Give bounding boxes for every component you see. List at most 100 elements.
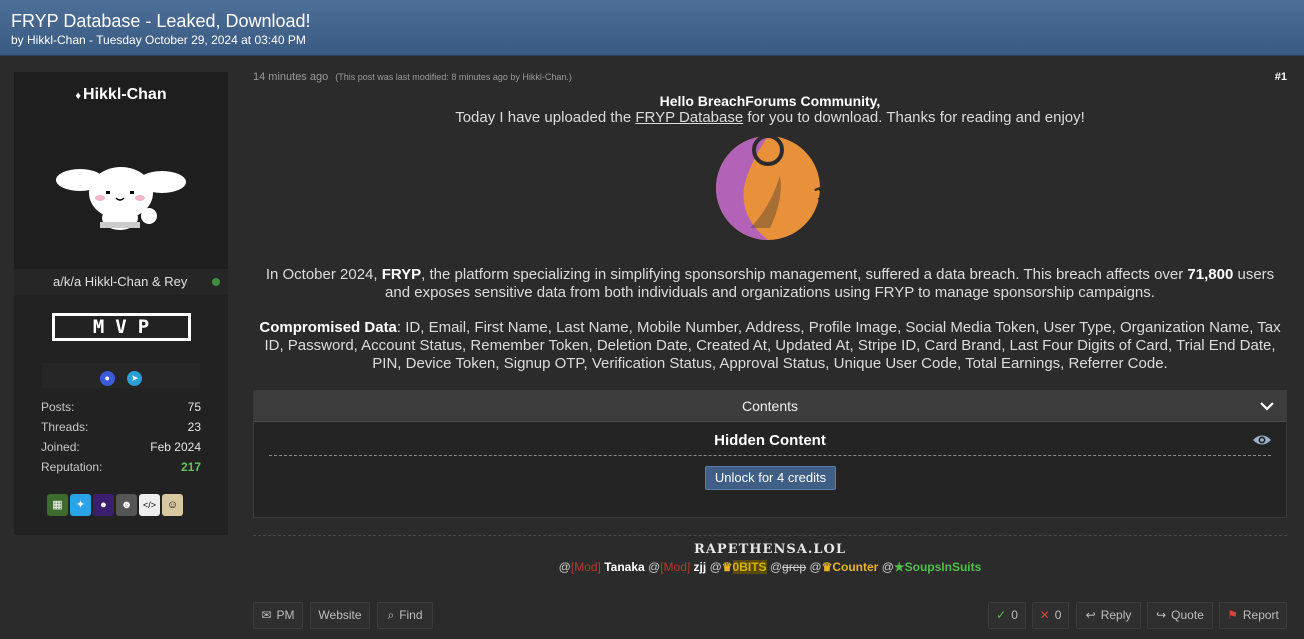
unlock-button[interactable]: Unlock for 4 credits bbox=[705, 466, 836, 490]
stat-value: Feb 2024 bbox=[150, 440, 201, 454]
thread-title: FRYP Database - Leaked, Download! bbox=[11, 11, 311, 31]
website-button[interactable]: Website bbox=[310, 602, 370, 629]
mention-at: @ bbox=[766, 560, 783, 574]
stat-posts: Posts: 75 bbox=[41, 397, 201, 417]
search-icon: ⌕ bbox=[387, 608, 395, 622]
mod-tag: [Mod] bbox=[660, 560, 691, 574]
find-button[interactable]: ⌕ Find bbox=[377, 602, 433, 629]
reply-button[interactable]: ↩ Reply bbox=[1076, 602, 1141, 629]
envelope-icon: ✉ bbox=[261, 608, 272, 622]
reply-label: Reply bbox=[1100, 608, 1132, 622]
eye-icon[interactable] bbox=[1252, 432, 1272, 448]
signature-site: RAPETHENSA.LOL bbox=[694, 542, 846, 557]
mention-zjj[interactable]: zjj bbox=[690, 560, 709, 574]
mention-0bits[interactable]: 0BITS bbox=[732, 560, 767, 574]
thread-byline: by Hikkl-Chan - Tuesday October 29, 2024… bbox=[11, 33, 306, 47]
signature-divider bbox=[253, 535, 1287, 536]
contact-bar: ● ➤ bbox=[42, 363, 200, 388]
mod-tag: [Mod] bbox=[570, 560, 601, 574]
find-label: Find bbox=[399, 608, 423, 622]
stat-reputation: Reputation: 217 bbox=[41, 457, 201, 477]
stat-threads: Threads: 23 bbox=[41, 417, 201, 437]
quote-icon: ↪ bbox=[1156, 608, 1167, 622]
mention-at: @ bbox=[709, 560, 722, 574]
pm-button[interactable]: ✉ PM bbox=[253, 602, 303, 629]
stat-joined: Joined: Feb 2024 bbox=[41, 437, 201, 457]
mention-soupsinsuits[interactable]: SoupsInSuits bbox=[905, 560, 982, 574]
username[interactable]: ♦ Hikkl-Chan bbox=[14, 86, 228, 104]
stat-value[interactable]: 75 bbox=[188, 397, 201, 417]
orb-award-icon[interactable]: ● bbox=[93, 494, 114, 516]
avatar[interactable] bbox=[54, 158, 188, 234]
username-text: Hikkl-Chan bbox=[83, 86, 167, 103]
mention-tanaka[interactable]: Tanaka bbox=[601, 560, 648, 574]
fryp-database-link[interactable]: FRYP Database bbox=[635, 109, 743, 126]
twitter-award-icon[interactable]: ✦ bbox=[70, 494, 91, 516]
chevron-down-icon[interactable] bbox=[1259, 398, 1275, 414]
reply-icon: ↩ bbox=[1085, 608, 1096, 622]
rank-badge: MVP bbox=[52, 313, 191, 341]
downvote-count: 0 bbox=[1054, 608, 1062, 622]
intro-count: 71,800 bbox=[1187, 266, 1234, 283]
contents-header-label: Contents bbox=[741, 398, 799, 414]
post-time[interactable]: 14 minutes ago bbox=[253, 71, 328, 83]
session-icon[interactable]: ● bbox=[99, 371, 115, 386]
report-button[interactable]: ⚑ Report bbox=[1219, 602, 1287, 629]
hacker-award-icon[interactable]: ☻ bbox=[116, 494, 137, 516]
mention-counter[interactable]: Counter bbox=[832, 560, 878, 574]
flag-icon: ⚑ bbox=[1227, 608, 1238, 622]
stat-label: Posts: bbox=[41, 400, 75, 414]
mention-at: @ bbox=[806, 560, 822, 574]
upvote-count: 0 bbox=[1011, 608, 1018, 622]
upload-text-pre: Today I have uploaded the bbox=[455, 109, 636, 126]
divider bbox=[269, 455, 1271, 456]
mention-at: @ bbox=[648, 560, 661, 574]
upload-text-post: for you to download. Thanks for reading … bbox=[743, 109, 1085, 126]
fryp-logo: FRYP bbox=[716, 134, 830, 240]
stat-value[interactable]: 23 bbox=[188, 417, 201, 437]
user-stats: Posts: 75 Threads: 23 Joined: Feb 2024 R… bbox=[41, 397, 201, 477]
intro-part-2: , the platform specializing in simplifyi… bbox=[421, 266, 1188, 283]
hidden-content-title: Hidden Content bbox=[714, 432, 826, 449]
intro-part-1: In October 2024, bbox=[265, 266, 382, 283]
contents-toggle[interactable]: Contents bbox=[254, 391, 1286, 422]
website-label: Website bbox=[318, 608, 362, 622]
post-meta: 14 minutes ago (This post was last modif… bbox=[253, 71, 572, 83]
post-modified-note: (This post was last modified: 8 minutes … bbox=[335, 72, 572, 82]
stat-label: Reputation: bbox=[41, 460, 103, 474]
quote-button[interactable]: ↪ Quote bbox=[1147, 602, 1213, 629]
diamond-icon: ♦ bbox=[75, 90, 82, 102]
upvote-button[interactable]: ✓ 0 bbox=[988, 602, 1026, 629]
downvote-button[interactable]: ✕ 0 bbox=[1032, 602, 1069, 629]
post-upload-line: Today I have uploaded the FRYP Database … bbox=[253, 109, 1287, 127]
post-intro: In October 2024, FRYP, the platform spec… bbox=[253, 266, 1287, 302]
crown-icon: ♛ bbox=[721, 560, 733, 574]
contents-box: Contents Hidden Content Unlock for 4 cre… bbox=[253, 390, 1287, 518]
intro-brand: FRYP bbox=[381, 266, 422, 283]
quote-label: Quote bbox=[1171, 608, 1204, 622]
stat-value[interactable]: 217 bbox=[181, 457, 201, 477]
pm-label: PM bbox=[276, 608, 295, 622]
mention-at: @ bbox=[878, 560, 894, 574]
post-number[interactable]: #1 bbox=[1275, 71, 1287, 83]
online-status-icon bbox=[212, 278, 220, 286]
signature-mentions: @[Mod] Tanaka @[Mod] zjj @♛0BITS @grep @… bbox=[253, 560, 1287, 574]
award-badges: ▦ ✦ ● ☻ </> ☺ bbox=[47, 494, 197, 520]
user-aka: a/k/a Hikkl-Chan & Rey bbox=[14, 269, 228, 295]
code-award-icon[interactable]: </> bbox=[139, 494, 160, 516]
crown-icon: ♛ bbox=[821, 560, 833, 574]
mention-grep[interactable]: grep bbox=[782, 560, 806, 574]
user-card-top: ♦ Hikkl-Chan bbox=[14, 72, 228, 269]
stat-label: Threads: bbox=[41, 420, 89, 434]
telegram-icon[interactable]: ➤ bbox=[127, 371, 143, 386]
cat-award-icon[interactable]: ☺ bbox=[162, 494, 183, 516]
post-compromised-data: Compromised Data: ID, Email, First Name,… bbox=[253, 319, 1287, 373]
star-icon: ★ bbox=[893, 560, 905, 574]
user-card: ♦ Hikkl-Chan a/k/a Hikkl-Chan & Rey MVP ●… bbox=[14, 72, 228, 535]
stat-label: Joined: bbox=[41, 440, 80, 454]
user-aka-text: a/k/a Hikkl-Chan & Rey bbox=[53, 274, 188, 289]
gift-award-icon[interactable]: ▦ bbox=[47, 494, 68, 516]
report-label: Report bbox=[1242, 608, 1279, 622]
post-greeting: Hello BreachForums Community, bbox=[659, 93, 881, 109]
compromised-label: Compromised Data bbox=[259, 319, 397, 336]
